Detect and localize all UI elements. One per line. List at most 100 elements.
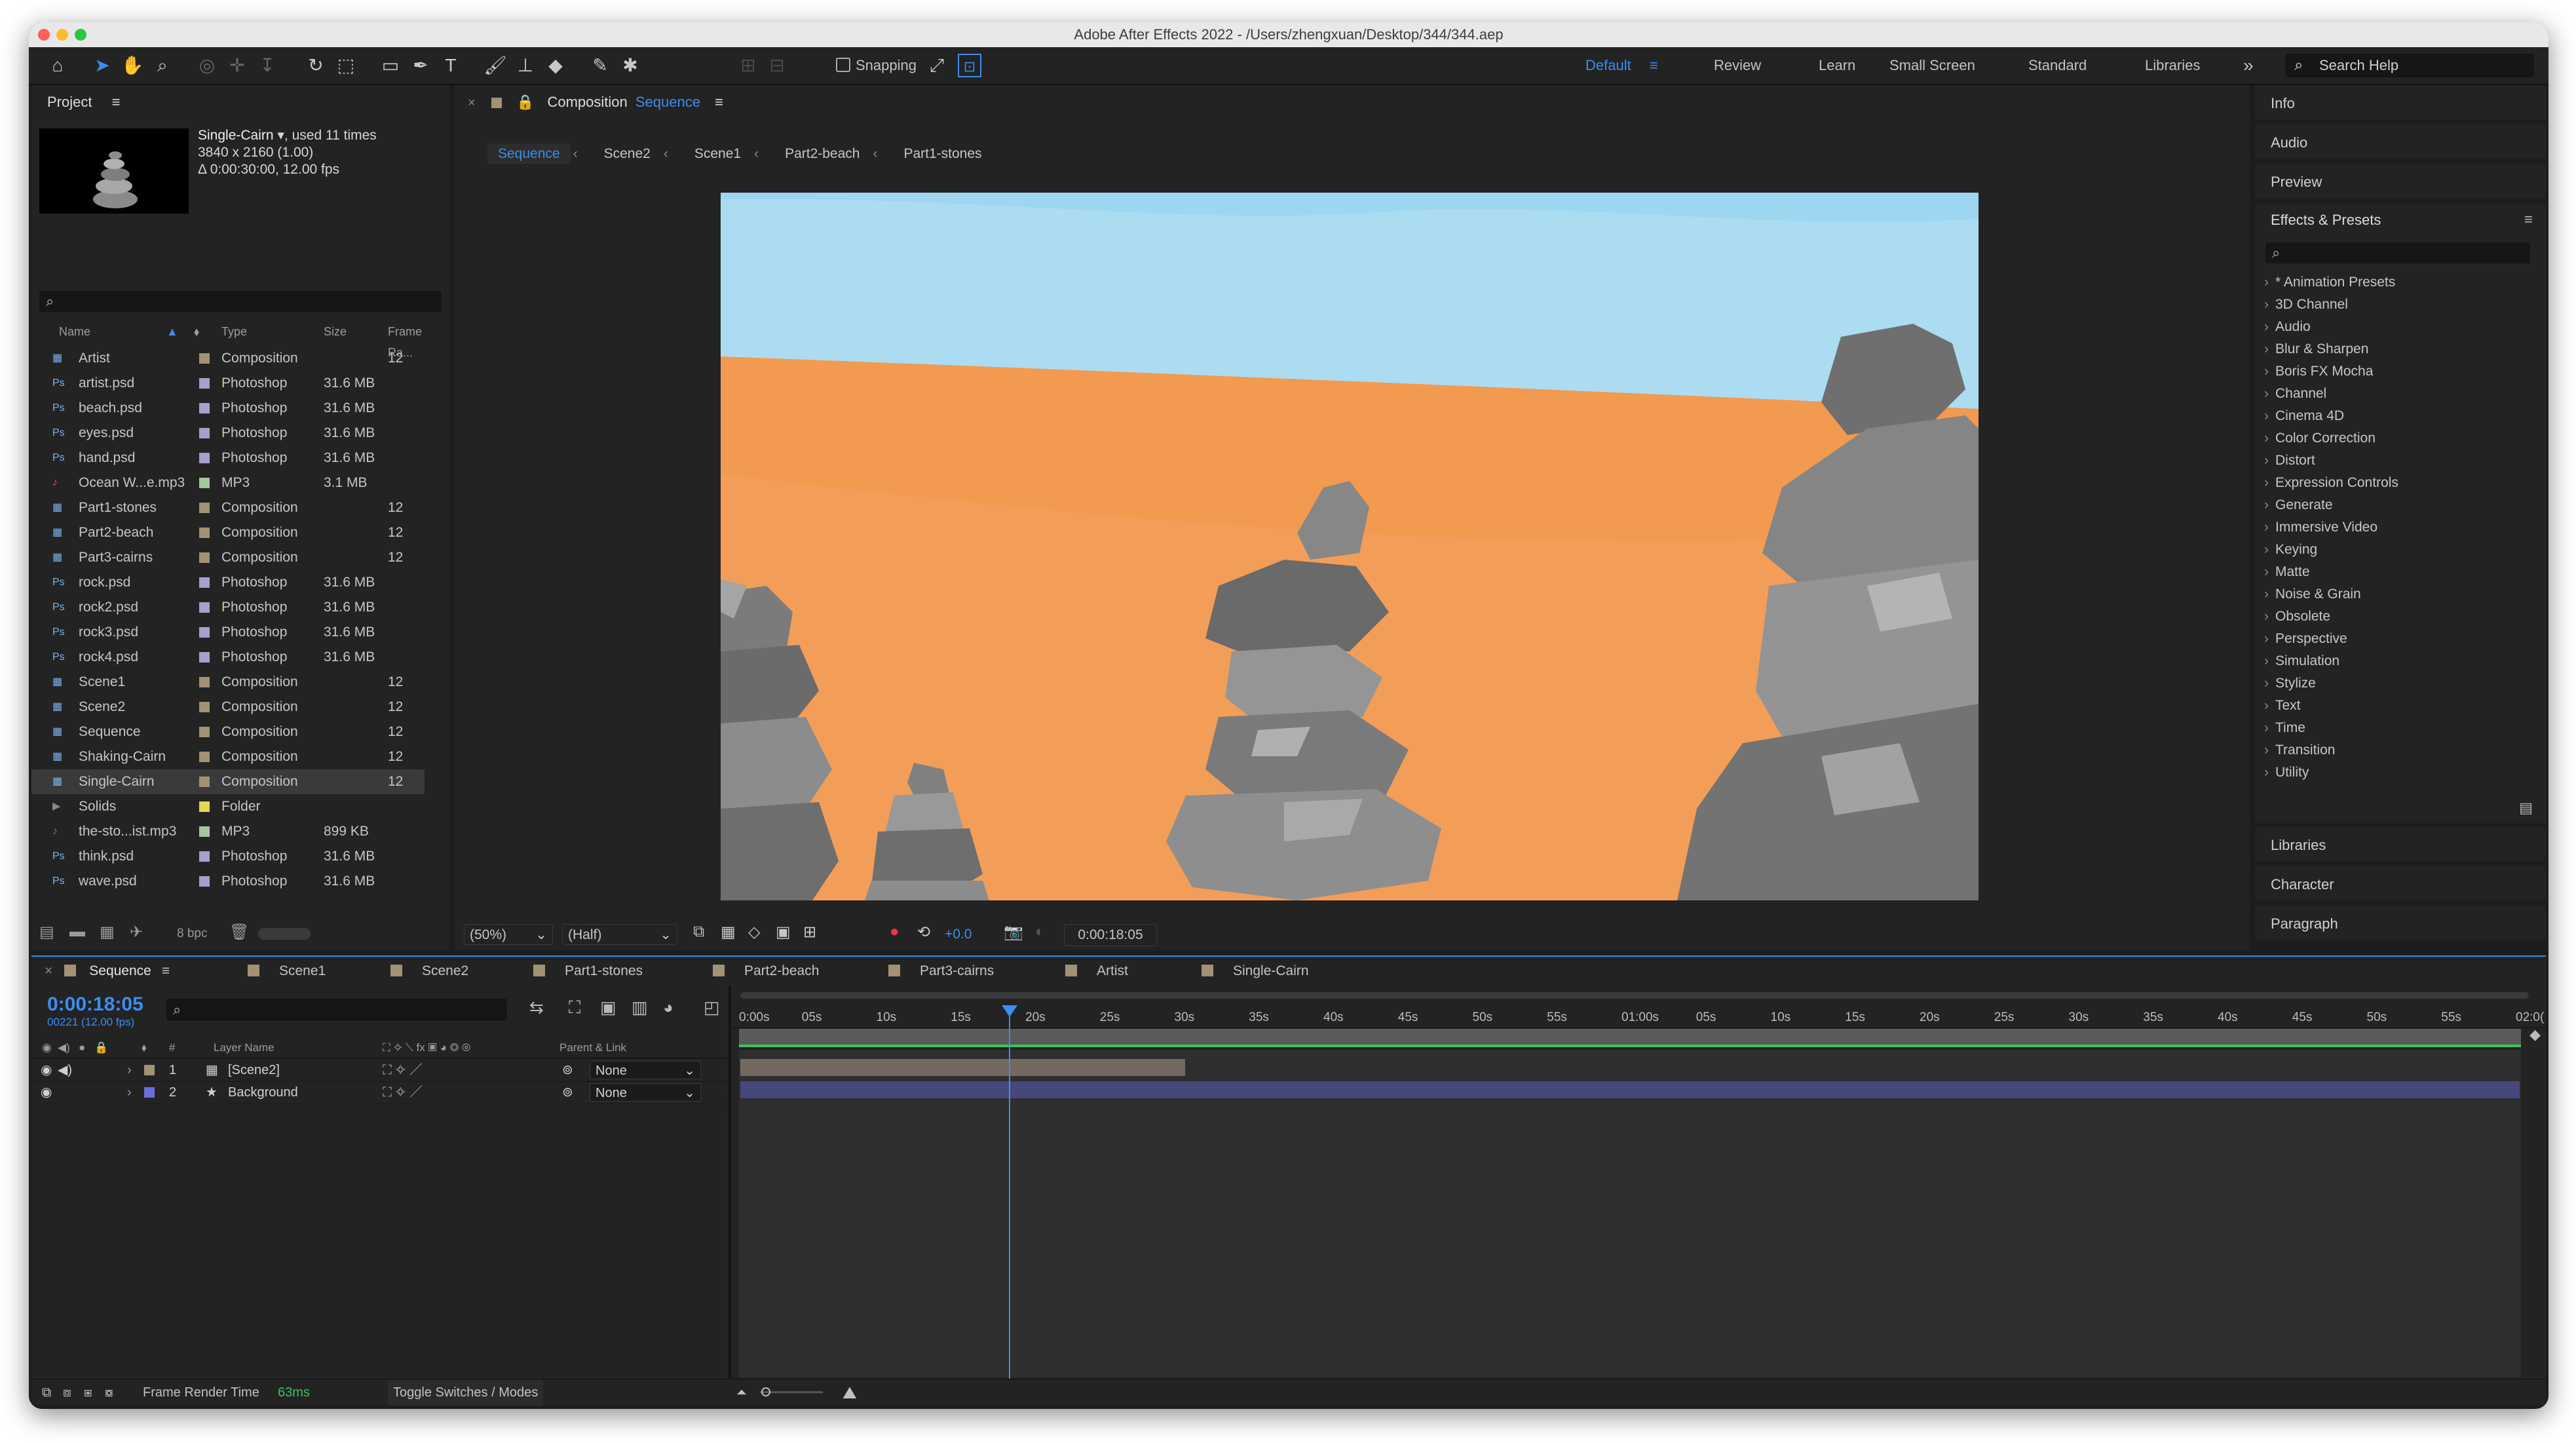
grid-guides-icon[interactable]: ⊞ <box>803 923 816 942</box>
layer-row[interactable]: ◉ › 2 ★ Background ⛶ ✧ ／ ⊚ None ⌄ <box>31 1081 729 1104</box>
panel-info-header[interactable]: Info <box>2255 85 2546 122</box>
effects-category[interactable]: › Cinema 4D <box>2264 405 2344 427</box>
project-item-row[interactable]: ♪ Ocean W...e.mp3 MP3 3.1 MB <box>31 471 425 495</box>
composition-panel-name[interactable]: Sequence <box>635 94 700 110</box>
composition-mini-flowchart-icon[interactable]: ⇆ <box>529 997 544 1018</box>
in-out-toggle-icon[interactable]: ⧆ <box>84 1379 92 1406</box>
exposure-value[interactable]: +0.0 <box>945 927 972 942</box>
panel-menu-icon[interactable]: ≡ <box>162 963 170 978</box>
layer-bar-background[interactable] <box>740 1081 2520 1098</box>
snap-grid-icon[interactable]: ⊡ <box>958 54 981 77</box>
distribute-icon[interactable]: ⊟ <box>765 54 789 77</box>
viewer-timecode[interactable]: 0:00:18:05 <box>1064 924 1157 946</box>
breadcrumb-item[interactable]: Part1-stones <box>893 144 992 164</box>
work-area-bar[interactable] <box>739 1029 2521 1046</box>
mask-visibility-icon[interactable]: ◇ <box>748 923 760 942</box>
home-icon[interactable]: ⌂ <box>46 54 69 77</box>
effects-category[interactable]: › Audio <box>2264 316 2311 338</box>
graph-editor-icon[interactable]: ◰ <box>704 997 720 1018</box>
new-folder-icon[interactable]: ▬ <box>69 923 85 941</box>
zoom-in-icon[interactable]: ⛰ <box>843 1379 857 1406</box>
parent-dropdown[interactable]: None ⌄ <box>590 1083 701 1102</box>
zoom-out-icon[interactable]: ⏶ <box>736 1379 747 1406</box>
workspace-default[interactable]: Default <box>1585 47 1631 84</box>
sort-ascending-icon[interactable]: ▲ <box>166 321 178 342</box>
effects-category[interactable]: › Noise & Grain <box>2264 583 2361 606</box>
project-item-row[interactable]: ▦ Artist Composition 12 <box>31 346 425 371</box>
render-time-toggle-icon[interactable]: ⧇ <box>105 1379 113 1406</box>
solo-switch-icon[interactable]: ● <box>79 1038 85 1058</box>
layer-label-color[interactable] <box>144 1065 155 1075</box>
project-item-row[interactable]: ▦ Sequence Composition 12 <box>31 720 425 744</box>
effects-category[interactable]: › 3D Channel <box>2264 294 2348 316</box>
layer-label-color[interactable] <box>144 1087 155 1098</box>
layer-switches[interactable]: ⛶ ✧ ／ <box>383 1059 423 1081</box>
project-item-row[interactable]: Ps hand.psd Photoshop 31.6 MB <box>31 446 425 471</box>
timeline-search-input[interactable]: ⌕ <box>166 999 507 1021</box>
current-time-display[interactable]: 0:00:18:05 <box>47 993 143 1016</box>
close-panel-icon[interactable]: × <box>468 96 476 110</box>
project-item-row[interactable]: ▦ Scene1 Composition 12 <box>31 670 425 695</box>
snapping-checkbox[interactable] <box>836 58 850 72</box>
timeline-tab[interactable]: Part2-beach <box>713 958 819 984</box>
effects-category[interactable]: › Text <box>2264 695 2301 717</box>
puppet-tool-icon[interactable]: ✱ <box>618 54 642 77</box>
workspace-review[interactable]: Review <box>1714 47 1761 84</box>
chevron-down-icon[interactable]: ▾ <box>274 128 284 143</box>
workspace-standard[interactable]: Standard <box>2028 47 2087 84</box>
label-color-swatch[interactable] <box>199 453 210 463</box>
motion-blur-icon[interactable]: ◕ <box>663 997 673 1018</box>
pan-camera-icon[interactable]: ✛ <box>225 54 249 77</box>
label-color-swatch[interactable] <box>199 826 210 837</box>
project-item-row[interactable]: Ps rock2.psd Photoshop 31.6 MB <box>31 595 425 620</box>
orbit-camera-icon[interactable]: ◎ <box>195 54 219 77</box>
project-item-row[interactable]: Ps rock3.psd Photoshop 31.6 MB <box>31 620 425 645</box>
breadcrumb-item[interactable]: Part2-beach <box>774 144 870 164</box>
label-color-swatch[interactable] <box>199 876 210 887</box>
effects-category[interactable]: › Simulation <box>2264 650 2339 672</box>
comp-end-marker-icon[interactable]: ◆ <box>2529 1026 2541 1043</box>
project-search-input[interactable]: ⌕ <box>39 291 442 312</box>
timeline-tab[interactable]: × Sequence ≡ <box>45 958 170 984</box>
selection-tool-icon[interactable]: ➤ <box>90 54 114 77</box>
label-color-swatch[interactable] <box>199 752 210 762</box>
fast-previews-icon[interactable]: ⧉ <box>693 923 704 941</box>
toggle-switches-modes-button[interactable]: Toggle Switches / Modes <box>388 1379 544 1406</box>
timeline-divider[interactable] <box>729 986 731 1379</box>
effects-category[interactable]: › Generate <box>2264 494 2333 516</box>
trash-icon[interactable]: 🗑 <box>229 923 249 942</box>
workspace-libraries[interactable]: Libraries <box>2145 47 2200 84</box>
project-item-row[interactable]: Ps eyes.psd Photoshop 31.6 MB <box>31 421 425 446</box>
project-item-row[interactable]: Ps wave.psd Photoshop 31.6 MB <box>31 869 425 894</box>
video-switch-icon[interactable]: ◉ <box>42 1038 52 1058</box>
column-size[interactable]: Size <box>324 321 347 342</box>
label-column-icon[interactable]: ⬧ <box>142 1038 147 1058</box>
column-name[interactable]: Name <box>59 321 90 342</box>
brush-tool-icon[interactable]: 🖌 <box>483 54 507 77</box>
clone-stamp-tool-icon[interactable]: ⊥ <box>514 54 537 77</box>
zoom-slider-thumb[interactable] <box>761 1387 770 1396</box>
label-color-swatch[interactable] <box>199 652 210 663</box>
interpret-footage-icon[interactable]: ▤ <box>39 923 54 942</box>
time-navigator-bar[interactable] <box>740 992 2529 999</box>
project-item-row[interactable]: ♪ the-sto...ist.mp3 MP3 899 KB <box>31 819 425 844</box>
show-channel-icon[interactable]: ● <box>890 923 900 941</box>
label-color-swatch[interactable] <box>199 777 210 787</box>
playhead[interactable] <box>1002 1005 1018 1379</box>
expand-layer-icon[interactable]: › <box>127 1059 132 1081</box>
transparency-grid-icon[interactable]: ▦ <box>721 923 736 942</box>
project-item-row[interactable]: Ps artist.psd Photoshop 31.6 MB <box>31 371 425 396</box>
lock-icon[interactable]: 🔒 <box>516 94 534 110</box>
label-color-swatch[interactable] <box>199 602 210 613</box>
new-composition-icon[interactable]: ▦ <box>100 923 115 942</box>
layer-row[interactable]: ◉ ◀) › 1 ▦ [Scene2] ⛶ ✧ ／ ⊚ None ⌄ <box>31 1059 729 1082</box>
project-item-row[interactable]: ▦ Part3-cairns Composition 12 <box>31 545 425 570</box>
project-panel-title[interactable]: Project <box>47 94 92 110</box>
frame-blending-icon[interactable]: ▥ <box>632 997 648 1018</box>
effects-category[interactable]: › Stylize <box>2264 672 2316 695</box>
project-item-row[interactable]: ▦ Scene2 Composition 12 <box>31 695 425 720</box>
effects-category[interactable]: › Obsolete <box>2264 606 2330 628</box>
pan-behind-tool-icon[interactable]: ⬚ <box>334 54 358 77</box>
effects-category[interactable]: › Utility <box>2264 761 2309 784</box>
layer-name[interactable]: [Scene2] <box>228 1059 280 1081</box>
